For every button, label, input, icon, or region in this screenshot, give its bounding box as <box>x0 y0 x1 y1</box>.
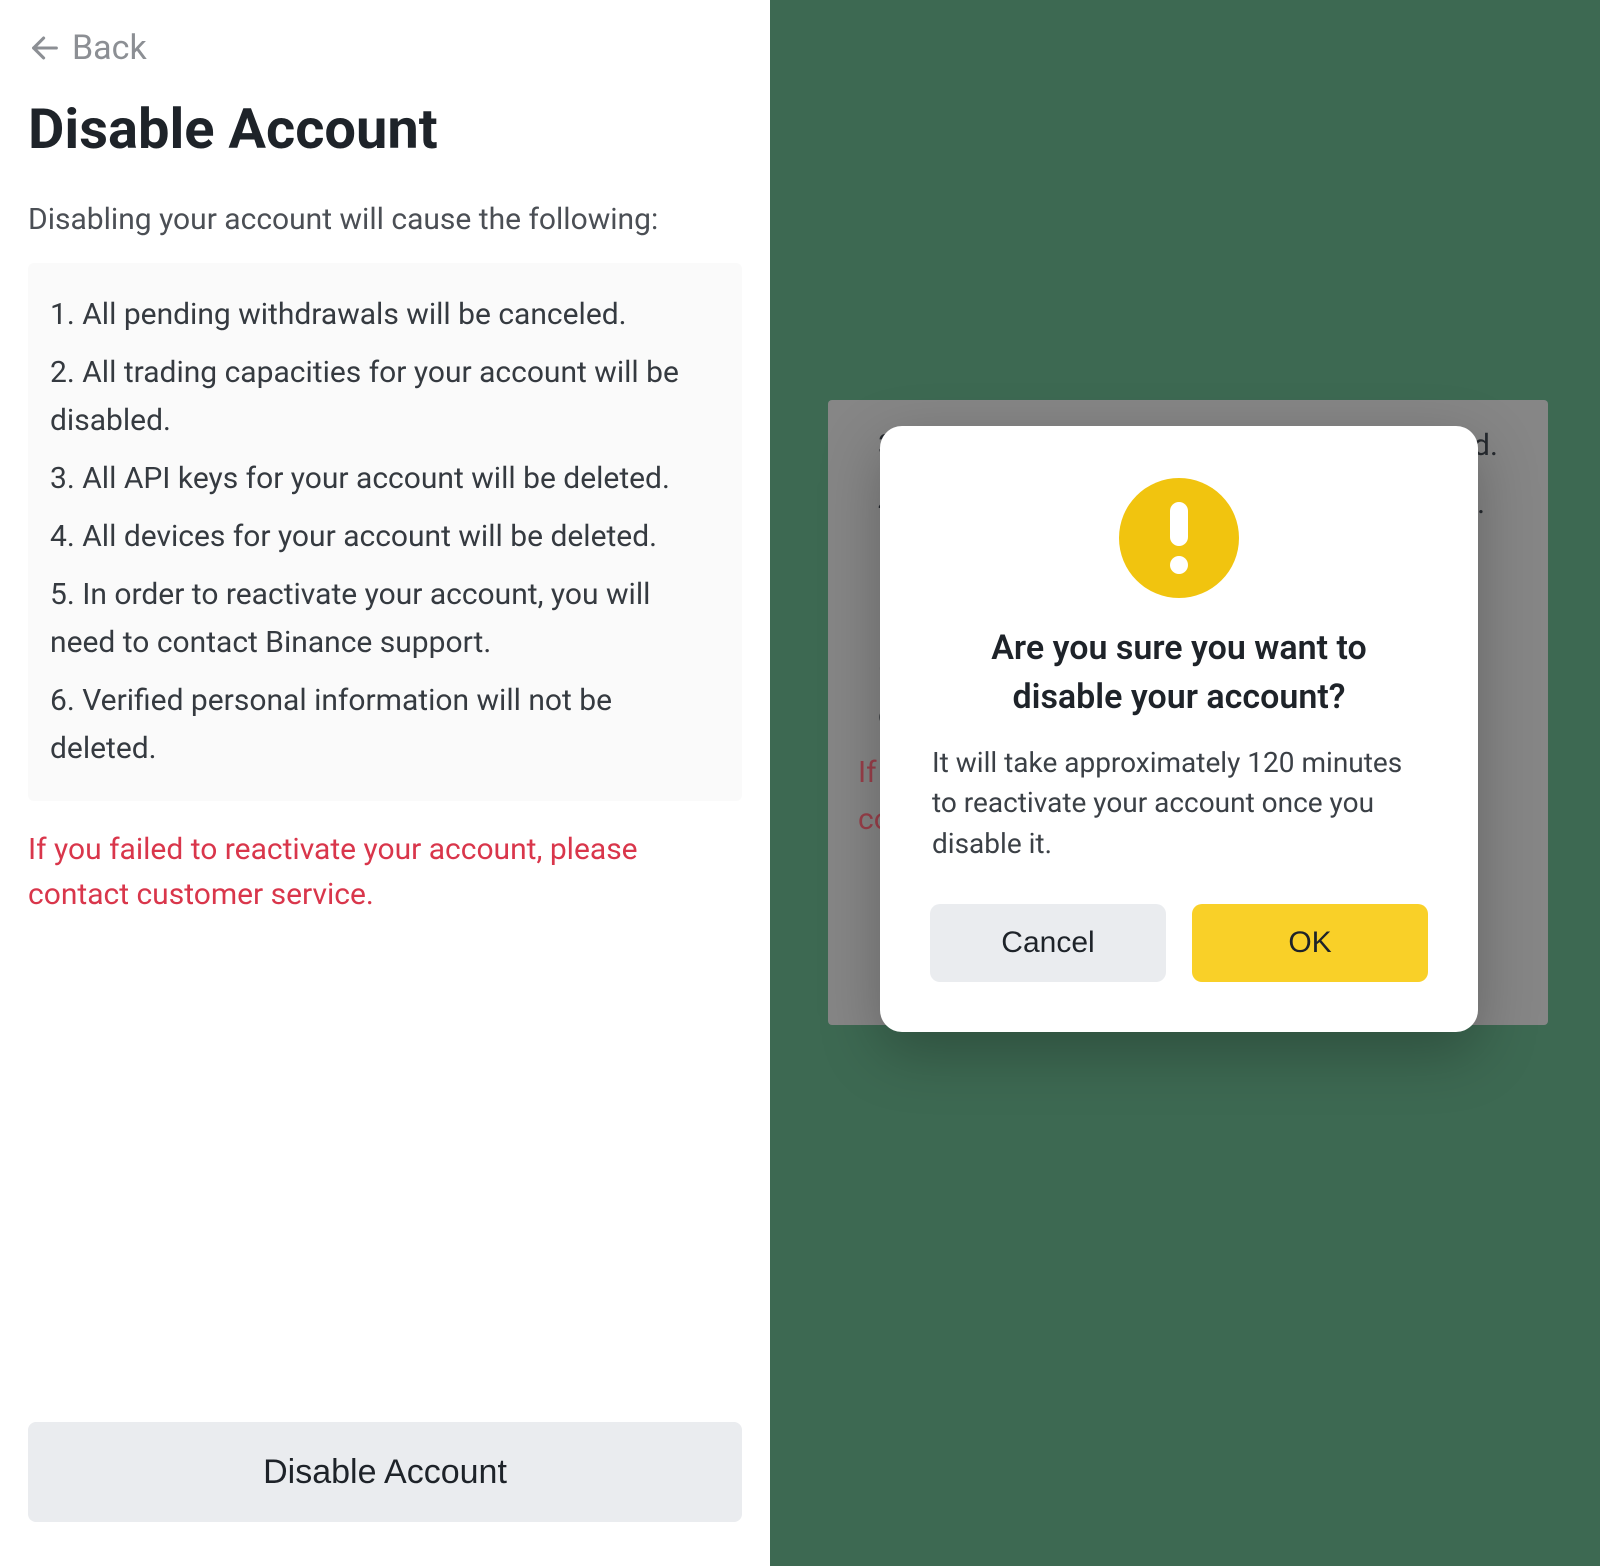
warning-text: If you failed to reactivate your account… <box>28 827 742 917</box>
list-item: 5. In order to reactivate your account, … <box>50 571 720 667</box>
disable-account-button[interactable]: Disable Account <box>28 1422 742 1522</box>
screen-disable-account: Back Disable Account Disabling your acco… <box>0 0 770 1566</box>
page-title: Disable Account <box>28 96 742 162</box>
list-item: disabled. <box>878 400 1528 412</box>
list-item: 3. All API keys for your account will be… <box>50 455 720 503</box>
confirm-dialog: Are you sure you want to disable your ac… <box>880 426 1478 1032</box>
list-item: 1. All pending withdrawals will be cance… <box>50 291 720 339</box>
warning-icon <box>1119 478 1239 598</box>
back-label: Back <box>72 28 147 68</box>
back-arrow-icon <box>28 31 62 65</box>
list-item: 2. All trading capacities for your accou… <box>50 349 720 445</box>
ok-button[interactable]: OK <box>1192 904 1428 982</box>
list-item: 6. Verified personal information will no… <box>50 677 720 773</box>
intro-text: Disabling your account will cause the fo… <box>28 202 742 237</box>
consequences-list: 1. All pending withdrawals will be cance… <box>28 263 742 801</box>
list-item: 4. All devices for your account will be … <box>50 513 720 561</box>
back-button[interactable]: Back <box>28 28 742 68</box>
cancel-button[interactable]: Cancel <box>930 904 1166 982</box>
dialog-title: Are you sure you want to disable your ac… <box>930 624 1428 723</box>
dialog-body: It will take approximately 120 minutes t… <box>930 743 1428 865</box>
